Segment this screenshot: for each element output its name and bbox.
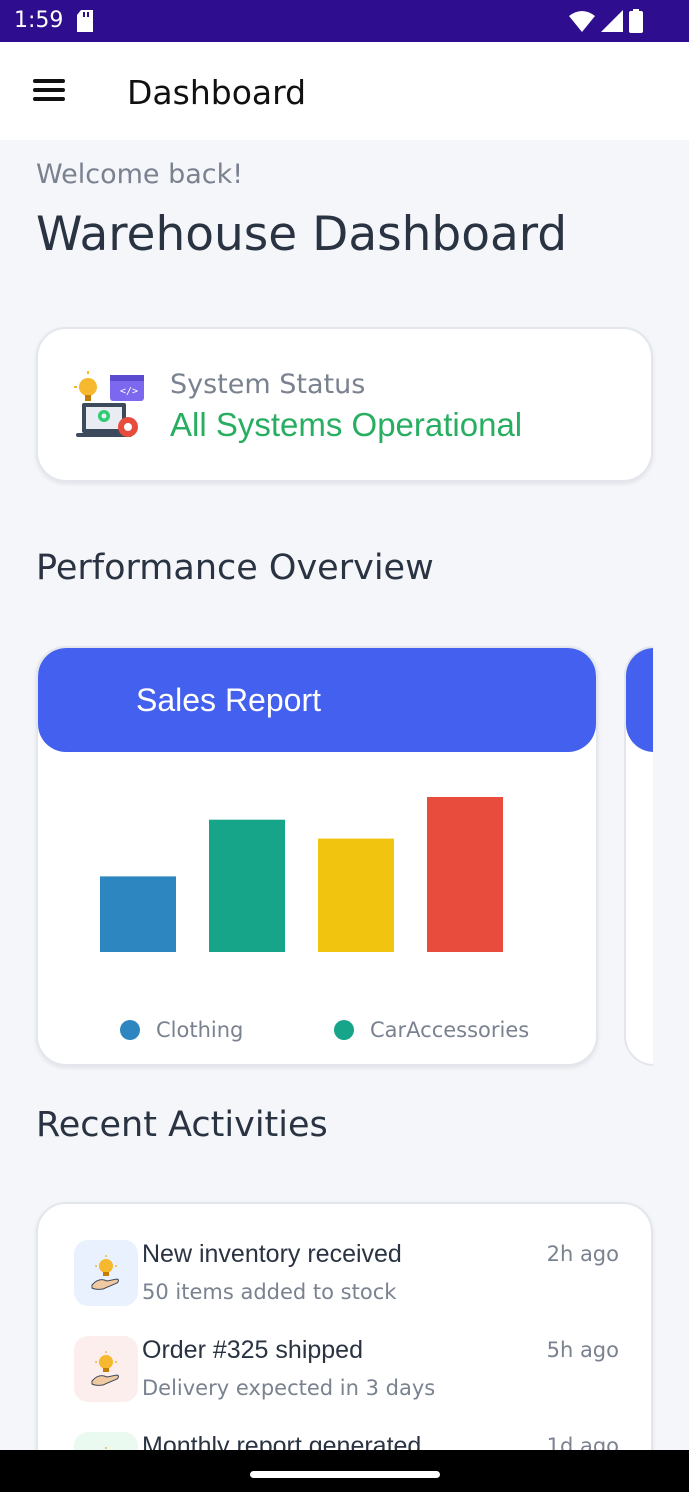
sd-card-icon: [77, 10, 93, 32]
legend-dot-caraccessories: [334, 1020, 354, 1040]
home-gesture-handle[interactable]: [250, 1471, 440, 1478]
navigation-bar: [0, 1450, 689, 1492]
bar-2: [209, 819, 285, 952]
menu-icon[interactable]: [28, 72, 70, 108]
activity-title: New inventory received: [142, 1240, 402, 1268]
activity-time: 2h ago: [546, 1242, 619, 1266]
signal-icon: [601, 10, 623, 32]
system-settings-icon: </>: [74, 371, 144, 437]
status-time: 1:59: [14, 8, 64, 33]
legend-item-clothing: Clothing: [120, 1018, 243, 1042]
sales-report-card[interactable]: Sales Report Clothing CarAccessories: [36, 646, 598, 1066]
next-report-banner: [626, 648, 653, 752]
bar-1: [100, 876, 176, 952]
wifi-icon: [569, 11, 595, 32]
system-status-card[interactable]: </> System Status All Systems Operationa…: [36, 327, 653, 482]
status-bar: 1:59: [0, 0, 689, 42]
svg-text:</>: </>: [120, 386, 138, 397]
recent-activities-heading: Recent Activities: [36, 1105, 328, 1145]
activity-title: Order #325 shipped: [142, 1336, 363, 1364]
activity-subtitle: Delivery expected in 3 days: [142, 1376, 436, 1400]
next-report-card[interactable]: [624, 646, 653, 1066]
sales-bar-chart: [100, 797, 503, 952]
welcome-text: Welcome back!: [36, 159, 244, 190]
performance-overview-heading: Performance Overview: [36, 548, 434, 588]
bar-3: [318, 838, 394, 952]
lightbulb-hand-icon: [74, 1240, 138, 1306]
legend-label-clothing: Clothing: [156, 1018, 244, 1042]
app-bar-title: Dashboard: [127, 73, 307, 112]
system-icons: [569, 9, 643, 33]
activity-subtitle: 50 items added to stock: [142, 1280, 397, 1304]
bar-4: [427, 797, 503, 952]
activity-item[interactable]: Order #325 shipped Delivery expected in …: [74, 1336, 619, 1416]
legend-label-caraccessories: CarAccessories: [370, 1018, 530, 1042]
legend-item-caraccessories: CarAccessories: [334, 1018, 529, 1042]
activity-item[interactable]: New inventory received 50 items added to…: [74, 1240, 619, 1320]
system-status-label: System Status: [170, 369, 366, 400]
app-bar: Dashboard: [0, 42, 689, 140]
recent-activities-card: New inventory received 50 items added to…: [36, 1202, 653, 1492]
lightbulb-hand-icon: [74, 1336, 138, 1402]
system-status-value: All Systems Operational: [170, 406, 523, 443]
page-title: Warehouse Dashboard: [36, 207, 568, 262]
activity-time: 5h ago: [546, 1338, 619, 1362]
legend-dot-clothing: [120, 1020, 140, 1040]
battery-icon: [629, 9, 643, 33]
